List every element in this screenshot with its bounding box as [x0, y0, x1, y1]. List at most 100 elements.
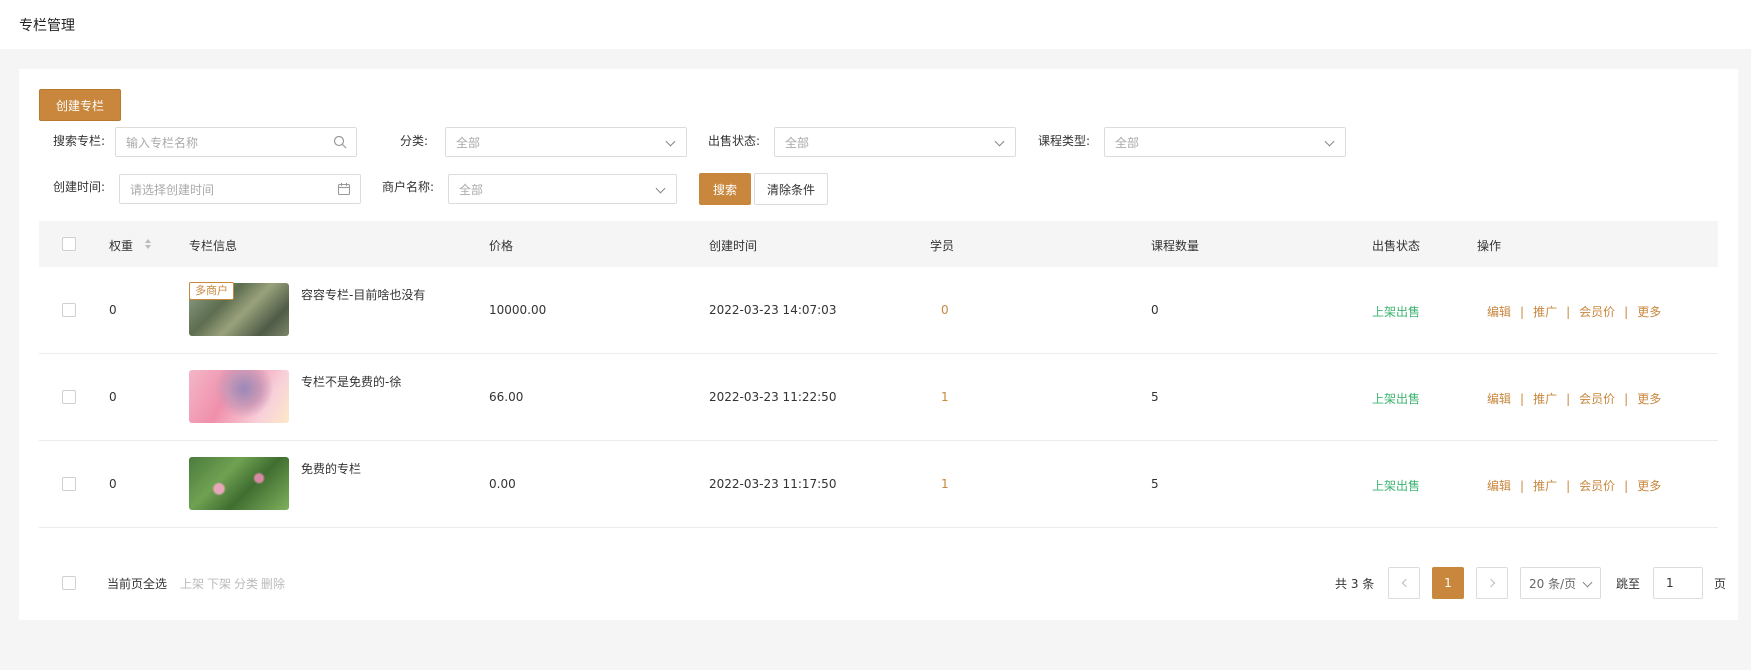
header-price: 价格: [489, 239, 514, 253]
chevron-down-icon: [655, 183, 666, 194]
next-page-button[interactable]: [1476, 567, 1508, 599]
page-1-button[interactable]: 1: [1432, 567, 1464, 599]
category-label: 分类:: [400, 134, 429, 148]
search-icon: [333, 135, 347, 149]
row-status: 上架出售: [1372, 305, 1421, 319]
main-card: 创建专栏 搜索专栏: 输入专栏名称 分类: 全部 出售状态: 全部 课程类型: …: [19, 69, 1738, 620]
pagination-total: 共 3 条: [1335, 577, 1375, 591]
sale-status-label: 出售状态:: [708, 134, 761, 148]
row-actions: 编辑 | 推广 | 会员价 | 更多: [1487, 477, 1662, 494]
search-button[interactable]: 搜索: [699, 173, 751, 205]
course-type-select[interactable]: 全部: [1104, 127, 1346, 157]
row-created: 2022-03-23 11:17:50: [709, 477, 837, 491]
merchant-value: 全部: [459, 182, 484, 197]
create-column-button[interactable]: 创建专栏: [39, 89, 121, 121]
member-price-link[interactable]: 会员价: [1579, 477, 1615, 494]
row-checkbox[interactable]: [62, 303, 76, 317]
search-label: 搜索专栏:: [53, 134, 106, 148]
course-type-value: 全部: [1115, 135, 1140, 150]
select-all-label[interactable]: 当前页全选: [107, 575, 167, 592]
page-header: 专栏管理: [0, 0, 1751, 49]
select-all-checkbox[interactable]: [62, 576, 76, 590]
calendar-icon: [337, 183, 351, 196]
created-time-label: 创建时间:: [53, 180, 106, 194]
column-name[interactable]: 专栏不是免费的-徐: [301, 373, 401, 390]
row-created: 2022-03-23 11:22:50: [709, 390, 837, 404]
row-actions: 编辑 | 推广 | 会员价 | 更多: [1487, 303, 1662, 320]
row-status: 上架出售: [1372, 479, 1421, 493]
member-price-link[interactable]: 会员价: [1579, 390, 1615, 407]
merchant-label: 商户名称:: [382, 180, 435, 194]
chevron-down-icon: [1324, 136, 1335, 147]
chevron-down-icon: [1582, 577, 1593, 588]
chevron-right-icon: [1486, 578, 1495, 588]
clear-filters-button[interactable]: 清除条件: [754, 173, 828, 205]
chevron-down-icon: [665, 136, 676, 147]
row-weight: 0: [109, 477, 117, 491]
multi-merchant-badge: 多商户: [189, 282, 234, 300]
row-students[interactable]: 1: [941, 390, 949, 404]
page-title: 专栏管理: [19, 17, 75, 34]
table-footer: 当前页全选 上架 下架 分类 删除 共 3 条 1 20 条/页 跳至 1 页: [39, 563, 1726, 603]
promote-link[interactable]: 推广: [1533, 477, 1557, 494]
header-students: 学员: [930, 239, 955, 253]
category-value: 全部: [456, 135, 481, 150]
prev-page-button[interactable]: [1388, 567, 1420, 599]
row-price: 66.00: [489, 390, 524, 404]
search-input[interactable]: 输入专栏名称: [115, 127, 357, 157]
row-checkbox[interactable]: [62, 477, 76, 491]
header-weight: 权重: [109, 239, 134, 253]
header-course-count: 课程数量: [1151, 239, 1200, 253]
more-link[interactable]: 更多: [1637, 390, 1661, 407]
row-students[interactable]: 0: [941, 303, 949, 317]
column-thumbnail[interactable]: [189, 457, 289, 510]
bulk-list-off[interactable]: 下架: [207, 575, 231, 592]
more-link[interactable]: 更多: [1637, 477, 1661, 494]
row-course-count: 0: [1151, 303, 1159, 317]
sale-status-select[interactable]: 全部: [774, 127, 1016, 157]
page-size-value: 20 条/页: [1529, 576, 1577, 591]
created-time-picker[interactable]: 请选择创建时间: [119, 174, 361, 204]
promote-link[interactable]: 推广: [1533, 390, 1557, 407]
more-link[interactable]: 更多: [1637, 303, 1661, 320]
bulk-category[interactable]: 分类: [234, 575, 258, 592]
bulk-list-on[interactable]: 上架: [180, 575, 204, 592]
row-course-count: 5: [1151, 477, 1159, 491]
category-select[interactable]: 全部: [445, 127, 687, 157]
header-status: 出售状态: [1372, 239, 1421, 253]
merchant-select[interactable]: 全部: [448, 174, 677, 204]
header-checkbox[interactable]: [62, 237, 76, 251]
edit-link[interactable]: 编辑: [1487, 303, 1511, 320]
column-name[interactable]: 免费的专栏: [301, 460, 361, 477]
row-weight: 0: [109, 390, 117, 404]
header-created: 创建时间: [709, 239, 758, 253]
column-name[interactable]: 容容专栏-目前啥也没有: [301, 286, 425, 303]
jump-page-input[interactable]: 1: [1653, 567, 1703, 599]
member-price-link[interactable]: 会员价: [1579, 303, 1615, 320]
created-time-placeholder: 请选择创建时间: [130, 182, 215, 197]
row-course-count: 5: [1151, 390, 1159, 404]
table-row: 0 专栏不是免费的-徐 66.00 2022-03-23 11:22:50 1 …: [39, 354, 1718, 441]
column-table: 权重 专栏信息 价格 创建时间 学员 课程数量 出售状态 操作 0 多商户 容容…: [39, 221, 1718, 528]
course-type-label: 课程类型:: [1038, 134, 1091, 148]
column-thumbnail[interactable]: [189, 370, 289, 423]
page-size-select[interactable]: 20 条/页: [1520, 567, 1601, 599]
sort-icon[interactable]: [145, 237, 153, 251]
row-students[interactable]: 1: [941, 477, 949, 491]
table-row: 0 免费的专栏 0.00 2022-03-23 11:17:50 1 5 上架出…: [39, 441, 1718, 528]
promote-link[interactable]: 推广: [1533, 303, 1557, 320]
table-row: 0 多商户 容容专栏-目前啥也没有 10000.00 2022-03-23 14…: [39, 267, 1718, 354]
row-price: 0.00: [489, 477, 516, 491]
edit-link[interactable]: 编辑: [1487, 477, 1511, 494]
row-checkbox[interactable]: [62, 390, 76, 404]
table-header: 权重 专栏信息 价格 创建时间 学员 课程数量 出售状态 操作: [39, 221, 1718, 267]
search-placeholder: 输入专栏名称: [126, 135, 199, 150]
sale-status-value: 全部: [785, 135, 810, 150]
row-status: 上架出售: [1372, 392, 1421, 406]
bulk-delete[interactable]: 删除: [261, 575, 285, 592]
jump-label: 跳至: [1616, 577, 1641, 591]
header-actions: 操作: [1477, 239, 1502, 253]
row-created: 2022-03-23 14:07:03: [709, 303, 837, 317]
edit-link[interactable]: 编辑: [1487, 390, 1511, 407]
chevron-down-icon: [994, 136, 1005, 147]
